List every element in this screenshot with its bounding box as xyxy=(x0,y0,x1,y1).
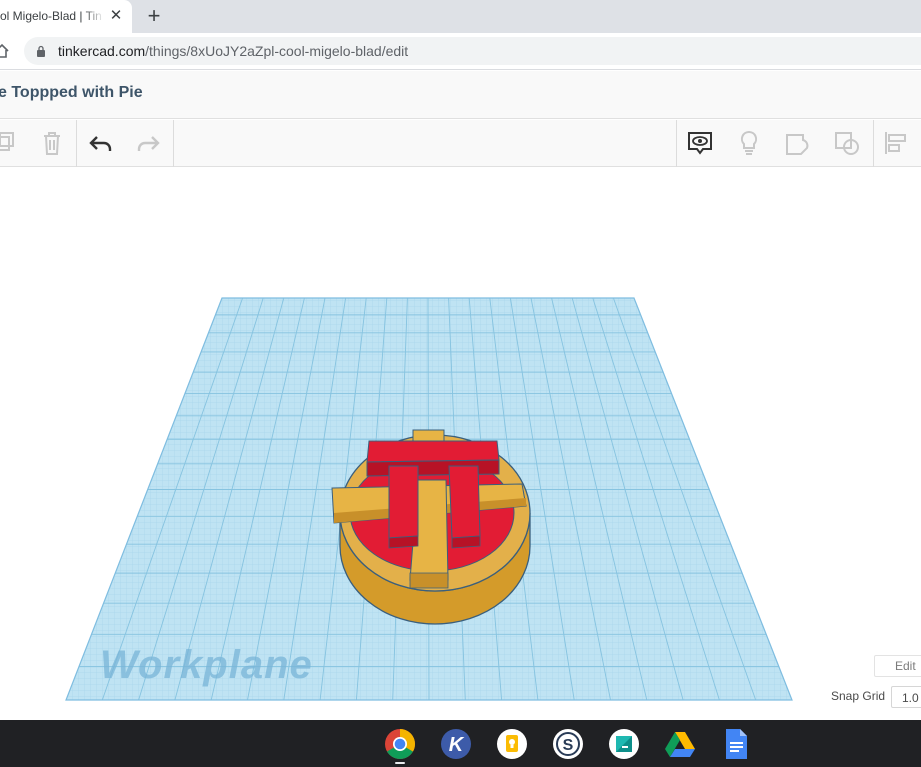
tab-close-icon[interactable]: ✕ xyxy=(108,8,124,24)
toolbar-divider xyxy=(173,120,174,167)
url-path: /things/8xUoJY2aZpl-cool-migelo-blad/edi… xyxy=(145,43,409,59)
tab-title: ol Migelo-Blad | Tin xyxy=(0,9,104,23)
teal-app-icon[interactable] xyxy=(608,728,640,760)
browser-toolbar: tinkercad.com/things/8xUoJY2aZpl-cool-mi… xyxy=(0,33,921,70)
workplane-label: Workplane xyxy=(100,643,313,687)
lock-icon xyxy=(37,45,45,57)
copy-icon[interactable] xyxy=(0,128,22,158)
group-icon[interactable] xyxy=(783,128,813,158)
drive-icon[interactable] xyxy=(664,728,696,760)
browser-tab[interactable]: ol Migelo-Blad | Tin ✕ xyxy=(0,0,132,33)
3d-viewport[interactable]: Workplane Edit Snap Grid 1.0 xyxy=(0,168,921,720)
toolbar-divider xyxy=(676,120,677,167)
ungroup-icon[interactable] xyxy=(832,128,862,158)
k-app-icon[interactable]: K xyxy=(440,728,472,760)
notes-visibility-icon[interactable] xyxy=(685,128,715,158)
s-app-icon[interactable]: S xyxy=(552,728,584,760)
lightbulb-icon[interactable] xyxy=(734,128,764,158)
os-shelf: K S xyxy=(0,720,921,767)
align-icon[interactable] xyxy=(881,128,911,158)
chrome-icon[interactable] xyxy=(384,728,416,760)
docs-icon[interactable] xyxy=(720,728,752,760)
snap-grid-select[interactable]: 1.0 xyxy=(891,686,921,708)
home-icon[interactable] xyxy=(0,43,10,59)
keep-icon[interactable] xyxy=(496,728,528,760)
workplane-scene xyxy=(65,297,793,701)
design-title[interactable]: e Toppped with Pie xyxy=(0,84,143,102)
svg-text:S: S xyxy=(563,737,574,754)
design-title-bar: e Toppped with Pie xyxy=(0,71,921,119)
toolbar-divider xyxy=(76,120,77,167)
snap-grid-label: Snap Grid xyxy=(831,689,886,703)
redo-icon[interactable] xyxy=(133,128,163,158)
toolbar-divider xyxy=(873,120,874,167)
edit-grid-button[interactable]: Edit xyxy=(874,655,921,677)
trash-icon[interactable] xyxy=(37,128,67,158)
browser-tab-strip: ol Migelo-Blad | Tin ✕ + xyxy=(0,0,921,33)
screen: ol Migelo-Blad | Tin ✕ + tinkercad.com/t… xyxy=(0,0,921,767)
editor-toolbar xyxy=(0,120,921,167)
url-text[interactable]: tinkercad.com/things/8xUoJY2aZpl-cool-mi… xyxy=(58,43,408,59)
svg-text:K: K xyxy=(449,734,465,756)
active-app-indicator xyxy=(395,762,405,764)
undo-icon[interactable] xyxy=(86,128,116,158)
url-host: tinkercad.com xyxy=(58,43,146,59)
new-tab-button[interactable]: + xyxy=(143,5,165,27)
address-bar[interactable]: tinkercad.com/things/8xUoJY2aZpl-cool-mi… xyxy=(24,37,921,65)
